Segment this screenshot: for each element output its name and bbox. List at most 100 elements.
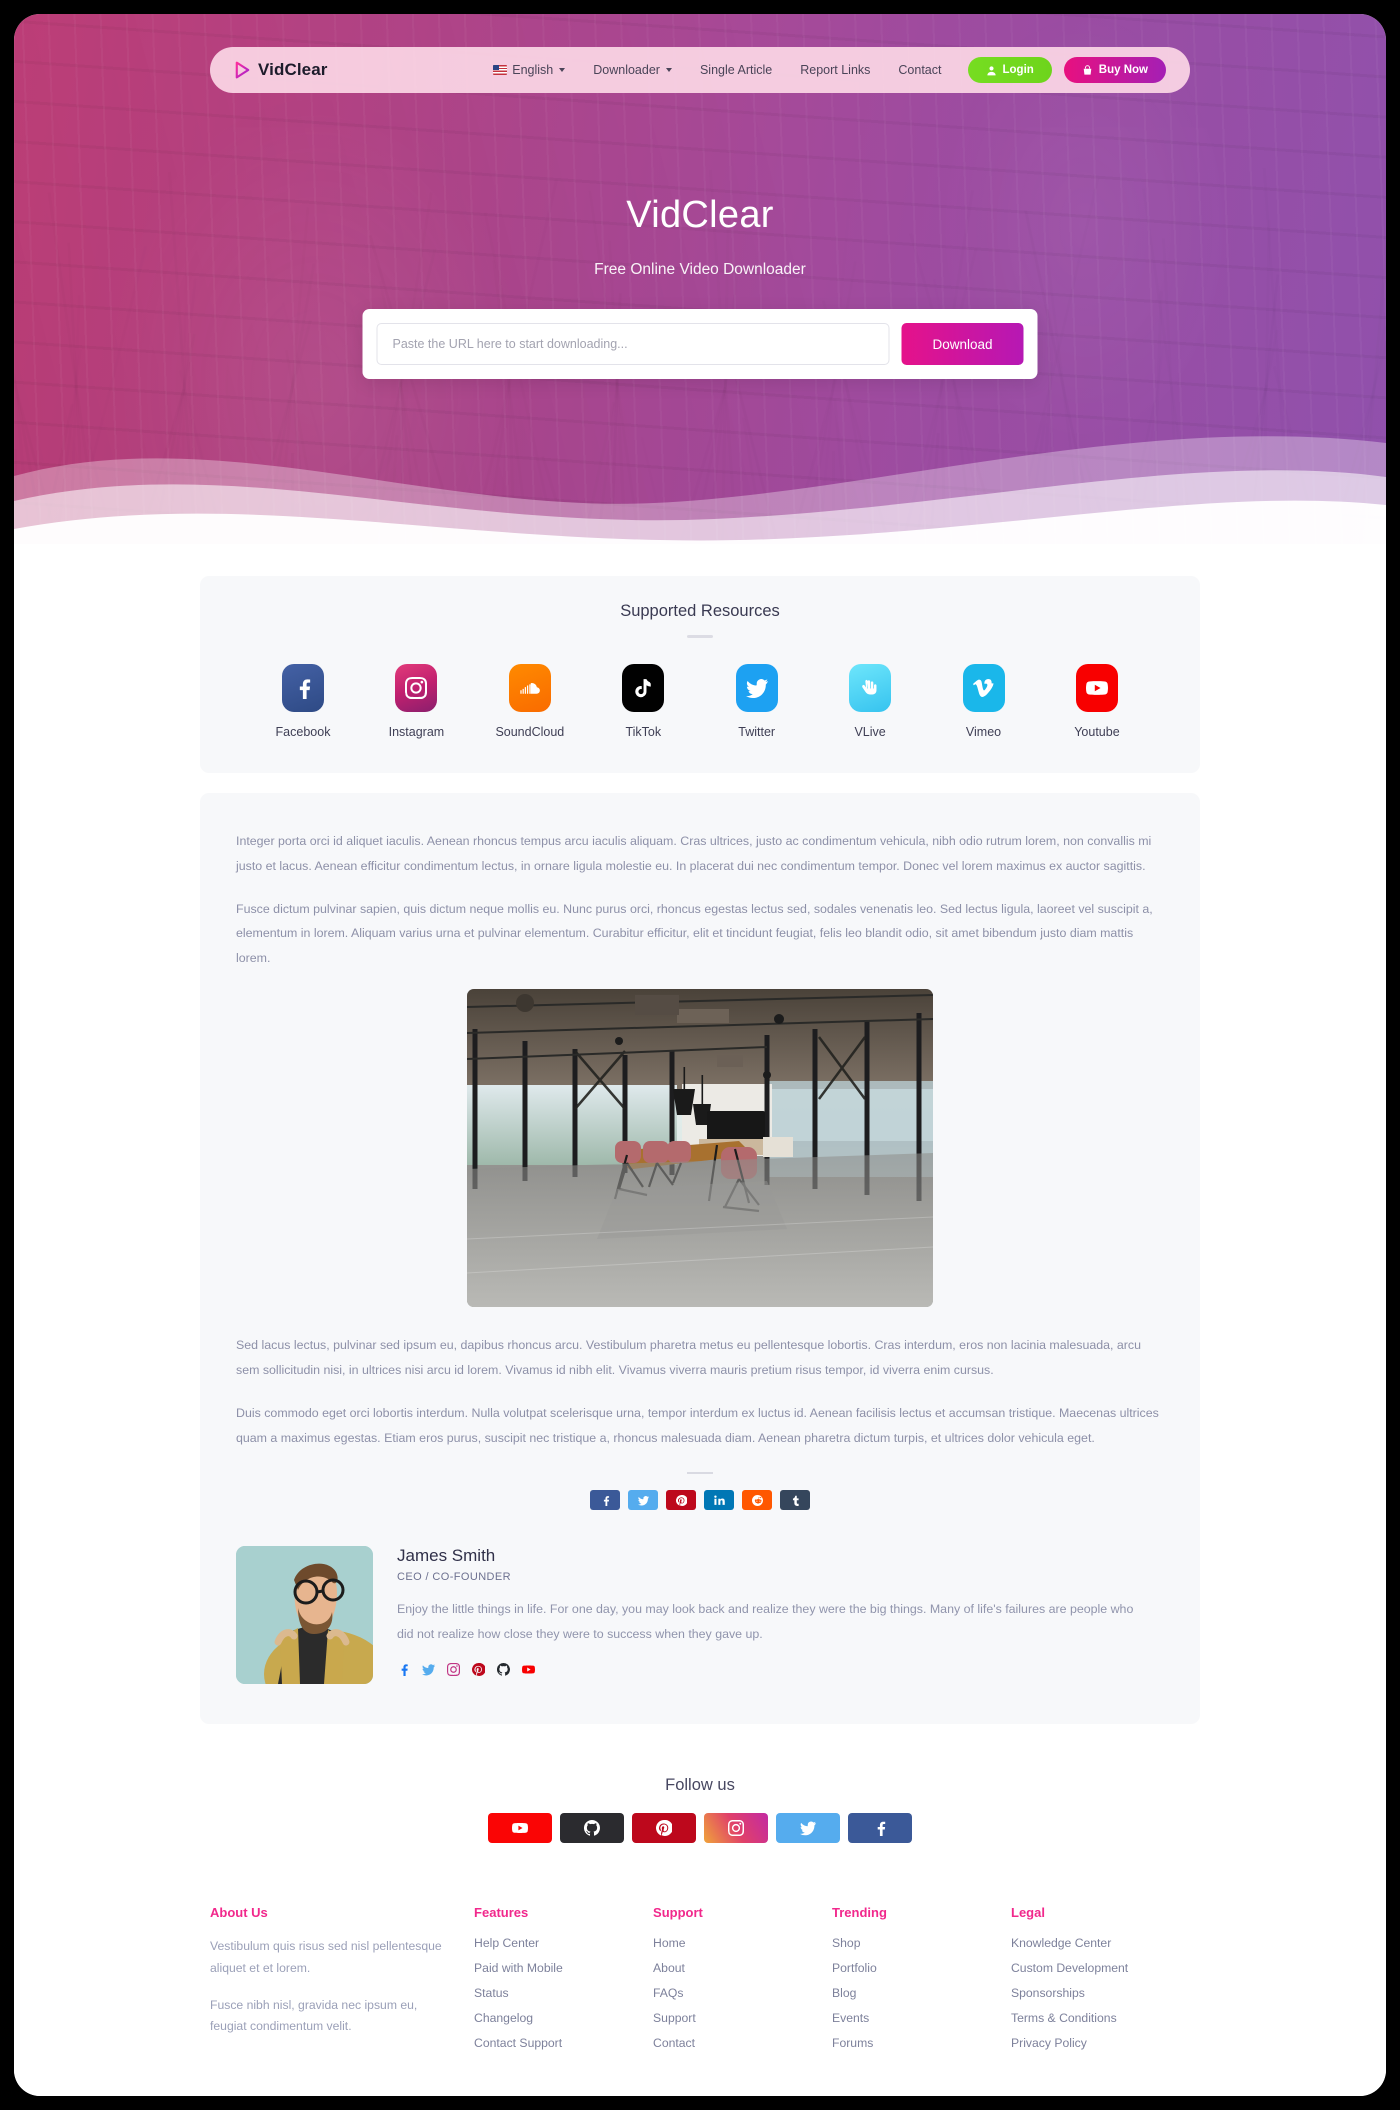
article-paragraph: Duis commodo eget orci lobortis interdum… <box>236 1405 1159 1445</box>
footer-link[interactable]: FAQs <box>653 1986 832 2000</box>
footer-column-features: Features Help Center Paid with Mobile Statu… <box>474 1905 653 2061</box>
resource-item-tiktok[interactable]: TikTok <box>594 664 692 739</box>
github-icon <box>584 1820 600 1836</box>
author-social-github[interactable] <box>496 1662 510 1676</box>
footer-link[interactable]: Forums <box>832 2036 1011 2050</box>
twitter-icon <box>422 1664 435 1676</box>
article-paragraph: Sed lacus lectus, pulvinar sed ipsum eu,… <box>236 1338 1142 1377</box>
footer-link[interactable]: Support <box>653 2011 832 2025</box>
site-footer: About Us Vestibulum quis risus sed nisl p… <box>210 1905 1190 2061</box>
brand-name: VidClear <box>258 60 328 79</box>
footer-link[interactable]: Contact Support <box>474 2036 653 2050</box>
footer-link[interactable]: Sponsorships <box>1011 1986 1190 2000</box>
main-navbar: VidClear English Downloader Single Article… <box>210 47 1190 93</box>
vimeo-icon <box>972 679 994 697</box>
follow-button-instagram[interactable] <box>704 1813 768 1844</box>
share-buttons-row <box>236 1490 1164 1511</box>
buy-now-label: Buy Now <box>1098 64 1148 76</box>
brand-logo[interactable]: VidClear <box>234 60 327 80</box>
author-social-pinterest[interactable] <box>471 1662 486 1676</box>
nav-item-label: Report Links <box>800 63 871 77</box>
navbar-wrapper: VidClear English Downloader Single Article… <box>14 47 1386 93</box>
nav-item-english[interactable]: English <box>493 63 566 77</box>
footer-link[interactable]: Shop <box>832 1936 1011 1950</box>
follow-button-youtube[interactable] <box>488 1813 552 1844</box>
resource-label: Vimeo <box>965 725 1002 739</box>
nav-item-downloader[interactable]: Downloader <box>593 63 672 77</box>
share-button-reddit[interactable] <box>742 1490 772 1511</box>
author-social-instagram[interactable] <box>447 1662 461 1676</box>
hero-subtitle: Free Online Video Downloader <box>594 261 806 278</box>
footer-link[interactable]: Custom Development <box>1011 1961 1190 1975</box>
resource-label: TikTok <box>625 725 662 739</box>
author-social-facebook[interactable] <box>397 1663 410 1676</box>
title-divider <box>687 635 713 638</box>
follow-button-twitter[interactable] <box>776 1813 840 1844</box>
footer-link[interactable]: Blog <box>832 1986 1011 2000</box>
facebook-icon <box>603 1495 609 1506</box>
instagram-icon <box>405 677 428 699</box>
resource-item-soundcloud[interactable]: SoundCloud <box>481 664 579 739</box>
footer-link[interactable]: Knowledge Center <box>1011 1936 1190 1950</box>
youtube-icon <box>522 1665 535 1674</box>
share-button-tumblr[interactable] <box>780 1490 810 1511</box>
nav-item-contact[interactable]: Contact <box>898 63 941 77</box>
footer-paragraph: Vestibulum quis risus sed nisl pellentes… <box>210 1939 442 1975</box>
resource-item-twitter[interactable]: Twitter <box>708 664 806 739</box>
footer-link[interactable]: About <box>653 1961 832 1975</box>
resource-label: Twitter <box>738 725 776 739</box>
nav-item-label: English <box>512 63 554 77</box>
resource-item-facebook[interactable]: Facebook <box>254 664 352 739</box>
youtube-icon <box>512 1823 528 1834</box>
facebook-icon <box>299 679 311 699</box>
nav-item-label: Single Article <box>699 63 773 77</box>
resource-item-youtube[interactable]: Youtube <box>1048 664 1146 739</box>
follow-button-pinterest[interactable] <box>632 1813 696 1844</box>
resource-item-vimeo[interactable]: Vimeo <box>935 664 1033 739</box>
nav-item-report-links[interactable]: Report Links <box>800 63 870 77</box>
nav-menu: English Downloader Single Article Report Li… <box>493 63 942 77</box>
share-button-linkedin[interactable] <box>704 1490 734 1511</box>
follow-us-section: Follow us <box>14 1776 1386 1844</box>
footer-link[interactable]: Terms & Conditions <box>1011 2011 1190 2025</box>
author-avatar <box>236 1546 373 1685</box>
resource-label: VLive <box>854 725 886 739</box>
article-image <box>467 989 933 1308</box>
article-paragraph: Fusce dictum pulvinar sapien, quis dictu… <box>236 901 1153 966</box>
footer-link[interactable]: Home <box>653 1936 832 1950</box>
author-social-twitter[interactable] <box>422 1663 435 1676</box>
play-triangle-icon <box>235 61 250 79</box>
article-paragraph: Integer porta orci id aliquet iaculis. A… <box>236 834 1152 873</box>
share-divider <box>687 1472 713 1475</box>
author-social-youtube[interactable] <box>522 1663 535 1676</box>
footer-link[interactable]: Changelog <box>474 2011 653 2025</box>
footer-column-support: Support Home About FAQs Support Contact <box>653 1905 832 2061</box>
footer-link[interactable]: Privacy Policy <box>1011 2036 1190 2050</box>
nav-item-single-article[interactable]: Single Article <box>700 63 772 77</box>
download-button[interactable]: Download <box>901 323 1024 365</box>
resource-icon-wrap <box>508 664 551 712</box>
share-button-pinterest[interactable] <box>666 1490 696 1511</box>
resource-item-vlive[interactable]: VLive <box>821 664 919 739</box>
url-input[interactable] <box>376 323 890 365</box>
footer-link[interactable]: Events <box>832 2011 1011 2025</box>
share-button-twitter[interactable] <box>628 1490 658 1511</box>
footer-column-title: Legal <box>1011 1905 1045 1921</box>
share-button-facebook[interactable] <box>590 1490 620 1511</box>
footer-link[interactable]: Status <box>474 1986 653 2000</box>
follow-button-facebook[interactable] <box>848 1813 912 1844</box>
follow-us-title: Follow us <box>665 1776 735 1795</box>
footer-link[interactable]: Contact <box>653 2036 832 2050</box>
basket-icon <box>1083 64 1092 75</box>
resource-item-instagram[interactable]: Instagram <box>367 664 465 739</box>
resource-icon-wrap <box>282 664 324 712</box>
soundcloud-icon <box>520 683 540 694</box>
footer-link[interactable]: Paid with Mobile <box>474 1961 653 1975</box>
footer-link[interactable]: Portfolio <box>832 1961 1011 1975</box>
login-button[interactable]: Login <box>967 57 1052 83</box>
footer-link[interactable]: Help Center <box>474 1936 653 1950</box>
follow-button-github[interactable] <box>560 1813 624 1844</box>
buy-now-button[interactable]: Buy Now <box>1063 57 1166 83</box>
us-flag-icon <box>493 65 508 75</box>
hero-copy: VidClear Free Online Video Downloader <box>14 194 1386 279</box>
